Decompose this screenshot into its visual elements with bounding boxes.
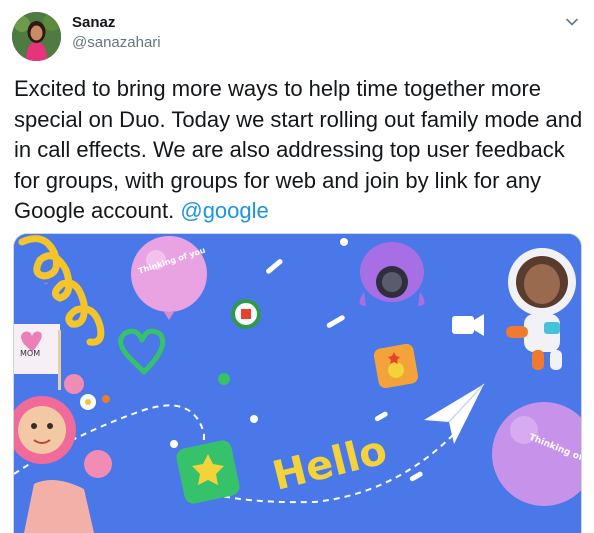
author-name[interactable]: Sanaz — [72, 14, 115, 31]
sign-text: MOM — [20, 349, 40, 358]
tweet-body: Excited to bring more ways to help time … — [14, 76, 583, 223]
mention-link[interactable]: @google — [180, 198, 268, 223]
tweet-media[interactable]: ello Thinking of you Thinking of MOM Hel… — [13, 233, 582, 533]
tweet: Sanaz @sanazahari Excited to bring more … — [0, 0, 594, 533]
media-illustration: ello Thinking of you Thinking of MOM Hel… — [14, 234, 581, 533]
chevron-down-icon[interactable] — [564, 14, 580, 30]
author-handle[interactable]: @sanazahari — [72, 34, 161, 51]
avatar[interactable] — [12, 12, 61, 61]
avatar-image — [12, 12, 61, 61]
tweet-text: Excited to bring more ways to help time … — [14, 74, 584, 227]
